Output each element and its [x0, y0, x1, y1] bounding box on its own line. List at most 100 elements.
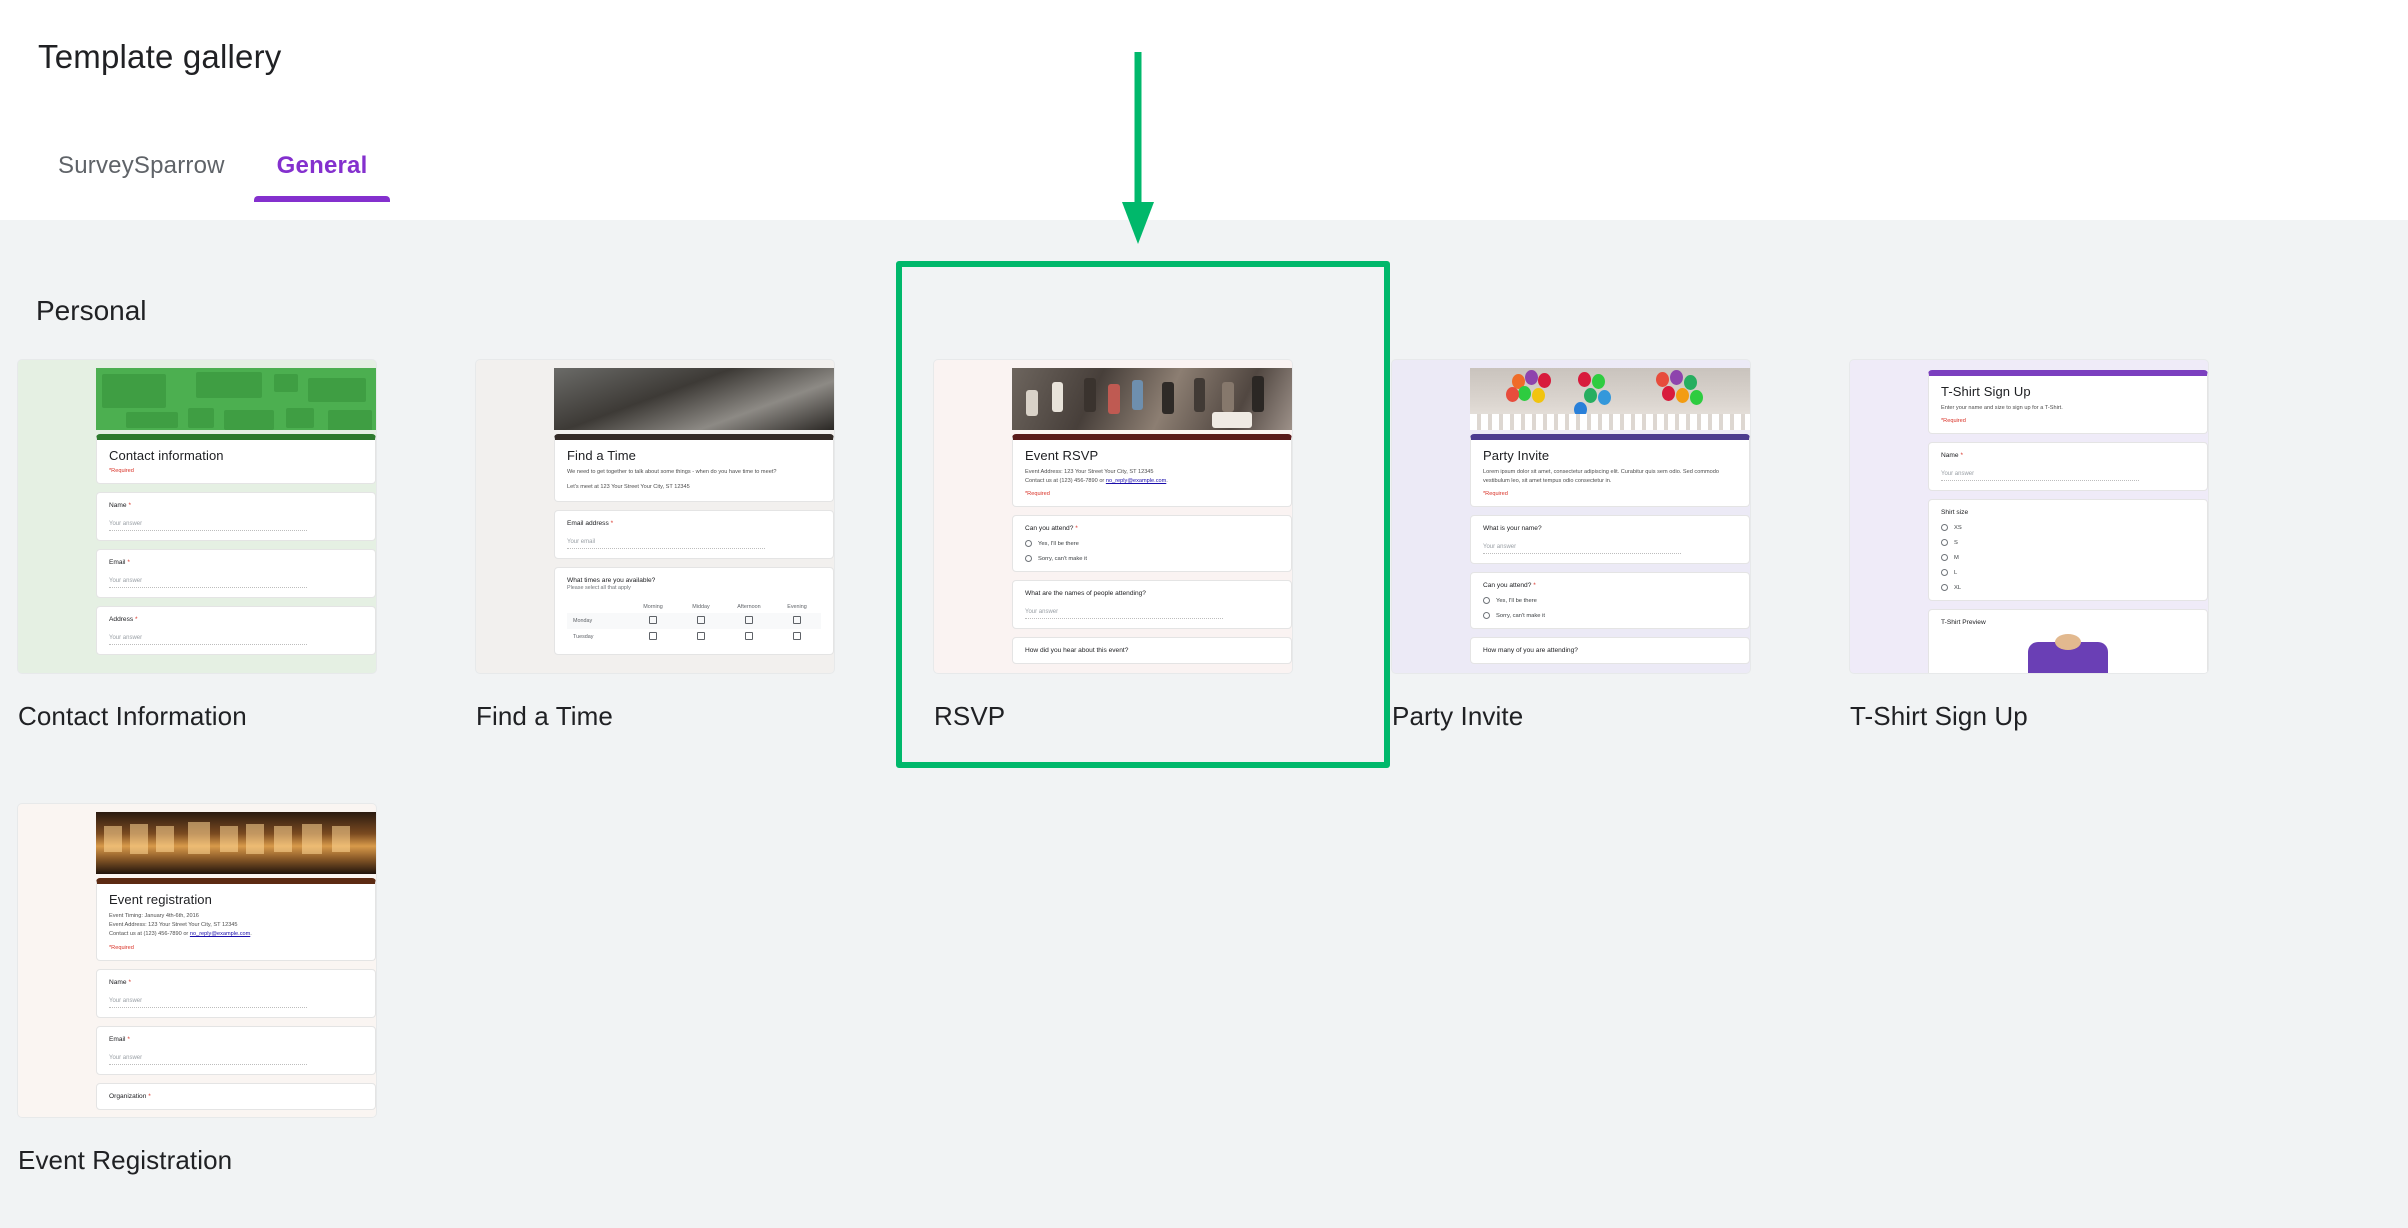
question-label: Name *: [109, 502, 132, 509]
form-grid-question-card: What times are you available? Please sel…: [554, 567, 834, 656]
question-label: Name *: [1941, 452, 1964, 460]
checkbox-icon[interactable]: [745, 616, 753, 625]
form-question-card: T-Shirt Preview: [1928, 609, 2208, 673]
form-description-secondary: Event Address: 123 Your Street Your City…: [109, 922, 238, 929]
answer-placeholder: Your answer: [109, 998, 308, 1008]
form-question-card: How many of you are attending?: [1470, 637, 1750, 665]
form-question-card: What is your name? Your answer: [1470, 515, 1750, 565]
required-star: *: [1075, 525, 1078, 533]
template-label: RSVP: [934, 701, 1006, 731]
checkbox-icon[interactable]: [649, 616, 657, 625]
tab-surveysparrow[interactable]: SurveySparrow: [32, 142, 251, 202]
form-description: Event Address: 123 Your Street Your City…: [1025, 469, 1154, 475]
radio-option[interactable]: Sorry, can't make it: [1025, 555, 1279, 563]
form-description-contact: Contact us at (123) 456-7890 or no_reply…: [109, 931, 252, 938]
template-card-party-invite[interactable]: Party Invite Lorem ipsum dolor sit amet,…: [1392, 360, 1750, 673]
grid-row: Monday: [567, 613, 821, 630]
form-question-card: Name * Your answer: [1928, 442, 2208, 492]
template-banner-image: [1012, 368, 1292, 430]
question-sublabel: Please select all that apply: [567, 585, 631, 592]
grid-column-header: Morning: [643, 604, 663, 611]
radio-option[interactable]: Yes, I'll be there: [1025, 540, 1279, 548]
form-header-card: Party Invite Lorem ipsum dolor sit amet,…: [1470, 434, 1750, 508]
required-star: *: [1960, 452, 1964, 460]
form-question-card: Email * Your answer: [96, 1025, 376, 1075]
grid-cell[interactable]: [677, 616, 725, 626]
gallery-body: Personal Contact information *Required N…: [0, 220, 2408, 1228]
radio-icon[interactable]: [1941, 539, 1948, 547]
section-title-personal: Personal: [36, 295, 147, 326]
form-question-card: Can you attend? * Yes, I'll be there Sor…: [1012, 515, 1292, 573]
template-label: T-Shirt Sign Up: [1850, 701, 2028, 731]
form-description: Enter your name and size to sign up for …: [1941, 405, 2063, 411]
question-label: Organization *: [109, 1092, 151, 1100]
checkbox-icon[interactable]: [649, 632, 657, 641]
template-card-rsvp[interactable]: Event RSVP Event Address: 123 Your Stree…: [934, 360, 1292, 673]
grid-row: Tuesday: [567, 629, 821, 645]
checkbox-icon[interactable]: [697, 632, 705, 641]
grid-row-label: Tuesday: [573, 634, 594, 641]
question-label: Email *: [109, 1035, 130, 1043]
radio-icon[interactable]: [1941, 584, 1948, 592]
template-card-find-a-time[interactable]: Find a Time We need to get together to t…: [476, 360, 834, 673]
template-card-contact-information[interactable]: Contact information *Required Name * You…: [18, 360, 376, 673]
contact-email-link[interactable]: no_reply@example.com: [190, 931, 250, 937]
template-cell-contact-information: Contact information *Required Name * You…: [18, 360, 476, 732]
radio-option[interactable]: L: [1941, 569, 2195, 577]
grid-row-label: Monday: [573, 618, 593, 625]
radio-icon[interactable]: [1483, 597, 1490, 605]
answer-placeholder: Your email: [567, 539, 766, 550]
question-label: What are the names of people attending?: [1025, 590, 1146, 598]
radio-icon[interactable]: [1025, 555, 1032, 563]
form-question-card: Can you attend? * Yes, I'll be there Sor…: [1470, 572, 1750, 630]
party-photo-artwork: [1012, 368, 1292, 430]
template-card-event-registration[interactable]: Event registration Event Timing: January…: [18, 804, 376, 1117]
grid-cell[interactable]: [725, 632, 773, 642]
radio-option[interactable]: XL: [1941, 584, 2195, 592]
template-cell-rsvp: Event RSVP Event Address: 123 Your Stree…: [934, 360, 1392, 732]
checkbox-icon[interactable]: [745, 632, 753, 641]
option-label: Yes, I'll be there: [1496, 597, 1537, 604]
form-question-card: Address * Your answer: [96, 606, 376, 655]
radio-option[interactable]: Sorry, can't make it: [1483, 612, 1737, 620]
form-title: Event RSVP: [1025, 448, 1099, 463]
form-question-card: Name * Your answer: [96, 492, 376, 541]
grid-cell[interactable]: [773, 632, 821, 642]
radio-option[interactable]: XS: [1941, 524, 2195, 532]
white-fence: [1470, 414, 1750, 430]
radio-icon[interactable]: [1025, 540, 1032, 548]
tab-general[interactable]: General: [251, 142, 394, 202]
answer-placeholder: Your answer: [1941, 471, 2140, 482]
question-label: Shirt size: [1941, 509, 1969, 517]
checkbox-icon[interactable]: [793, 632, 801, 641]
contact-email-link[interactable]: no_reply@example.com: [1106, 478, 1166, 484]
form-required-note: *Required: [1483, 491, 1508, 498]
template-card-tshirt-sign-up[interactable]: T-Shirt Sign Up Enter your name and size…: [1850, 360, 2208, 673]
radio-option[interactable]: S: [1941, 539, 2195, 547]
option-label: L: [1954, 569, 1958, 576]
template-label: Find a Time: [476, 701, 613, 731]
grid-column-header: Afternoon: [737, 604, 761, 611]
tshirt-preview-image: [1941, 632, 2195, 673]
form-question-card: Organization *: [96, 1082, 376, 1110]
required-star: *: [127, 559, 130, 566]
form-question-card: What are the names of people attending? …: [1012, 580, 1292, 630]
radio-option[interactable]: Yes, I'll be there: [1483, 597, 1737, 605]
category-tabs: SurveySparrow General: [32, 142, 393, 202]
question-label: Can you attend? *: [1483, 582, 1536, 590]
grid-cell[interactable]: [773, 616, 821, 626]
grid-cell[interactable]: [629, 632, 677, 642]
option-label: XL: [1954, 584, 1962, 591]
radio-option[interactable]: M: [1941, 554, 2195, 562]
grid-cell[interactable]: [677, 632, 725, 642]
radio-icon[interactable]: [1941, 569, 1948, 577]
checkbox-icon[interactable]: [793, 616, 801, 625]
required-star: *: [127, 1035, 130, 1043]
grid-cell[interactable]: [725, 616, 773, 626]
answer-placeholder: Your answer: [109, 635, 308, 645]
checkbox-icon[interactable]: [697, 616, 705, 625]
radio-icon[interactable]: [1941, 554, 1948, 562]
radio-icon[interactable]: [1483, 612, 1490, 620]
grid-cell[interactable]: [629, 616, 677, 626]
radio-icon[interactable]: [1941, 524, 1948, 532]
